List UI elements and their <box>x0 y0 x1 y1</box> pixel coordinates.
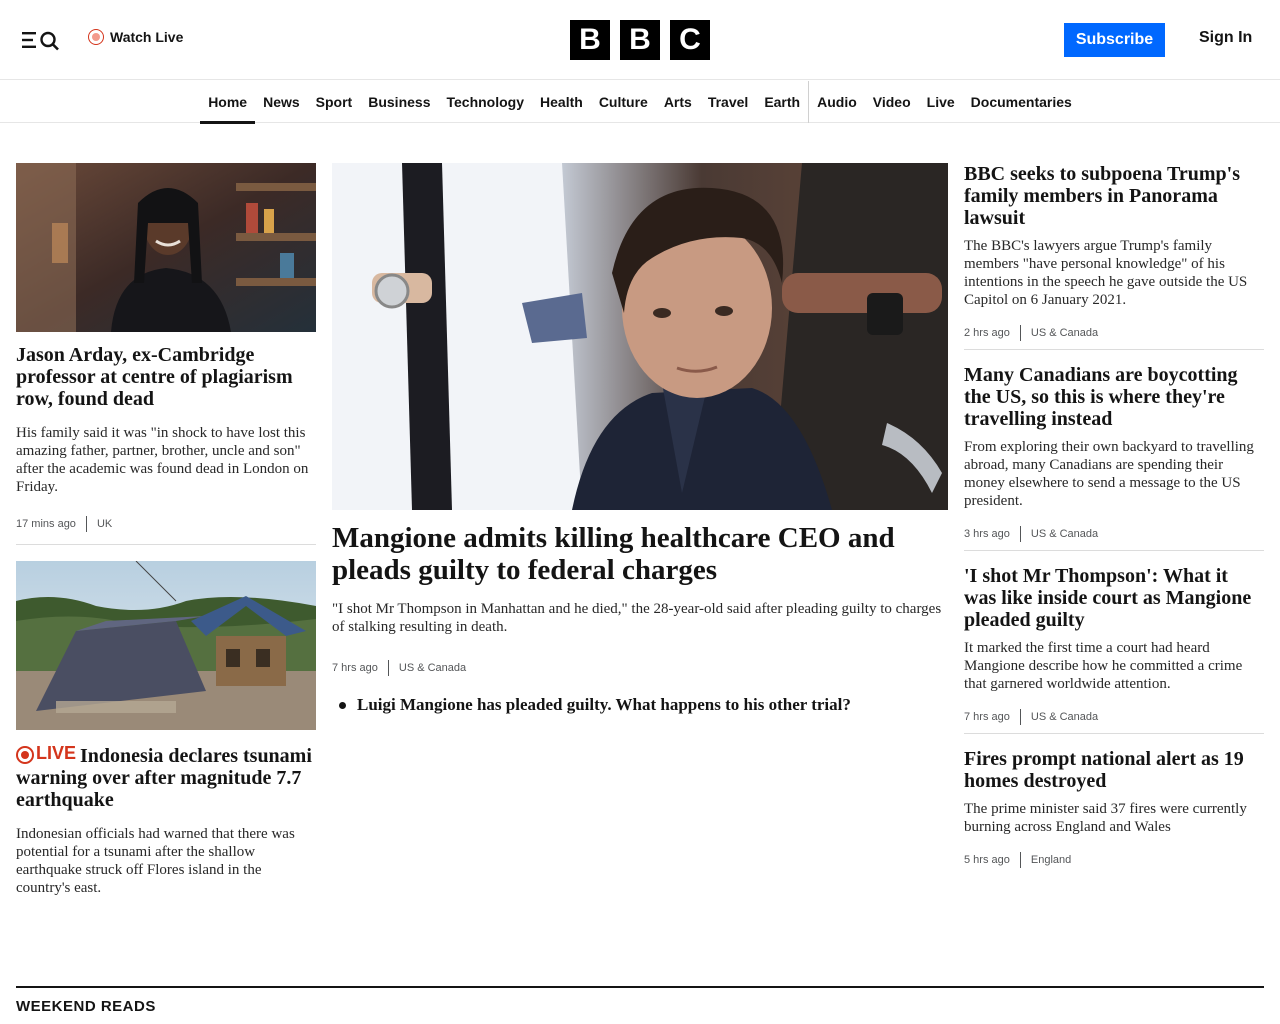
live-label: LIVE <box>36 743 77 763</box>
right-column: BBC seeks to subpoena Trump's family mem… <box>964 163 1264 868</box>
bullet-icon <box>339 702 346 709</box>
story-card: Jason Arday, ex-Cambridge professor at c… <box>16 163 316 532</box>
story-headline[interactable]: LIVE Indonesia declares tsunami warning o… <box>16 742 316 811</box>
story-category[interactable]: England <box>1031 854 1071 866</box>
story-headline[interactable]: Fires prompt national alert as 19 homes … <box>964 748 1264 792</box>
story-category[interactable]: US & Canada <box>399 662 466 674</box>
lead-story-headline[interactable]: Mangione admits killing healthcare CEO a… <box>332 522 948 586</box>
weekend-reads-section: WEEKEND READS <box>16 986 1264 1015</box>
story-timestamp: 17 mins ago <box>16 518 76 530</box>
story-image-portrait[interactable] <box>16 163 316 332</box>
story-headline[interactable]: Many Canadians are boycotting the US, so… <box>964 364 1264 430</box>
sign-in-link[interactable]: Sign In <box>1199 29 1252 47</box>
story-meta: 17 mins ago UK <box>16 516 316 532</box>
story-meta: 5 hrs ago England <box>964 852 1264 868</box>
story-summary: The BBC's lawyers argue Trump's family m… <box>964 238 1248 308</box>
nav-item-documentaries[interactable]: Documentaries <box>963 81 1080 123</box>
meta-divider <box>387 660 389 676</box>
meta-divider <box>1019 325 1021 341</box>
earthquake-photo-icon <box>16 561 316 730</box>
meta-divider <box>1019 709 1021 725</box>
story-category[interactable]: US & Canada <box>1031 327 1098 339</box>
nav-item-home[interactable]: Home <box>200 81 256 124</box>
nav-item-technology[interactable]: Technology <box>438 81 532 123</box>
story-timestamp: 5 hrs ago <box>964 854 1010 866</box>
story-meta: 3 hrs ago US & Canada <box>964 526 1264 542</box>
subscribe-button[interactable]: Subscribe <box>1064 23 1165 57</box>
story-meta: 2 hrs ago US & Canada <box>964 325 1264 341</box>
nav-item-news[interactable]: News <box>255 81 308 123</box>
menu-search-button[interactable] <box>20 28 62 52</box>
bbc-logo[interactable]: B B C <box>570 20 710 60</box>
story-meta: 7 hrs ago US & Canada <box>964 709 1264 725</box>
story-card: Fires prompt national alert as 19 homes … <box>964 748 1264 868</box>
court-photo-icon <box>332 163 948 510</box>
divider <box>16 544 316 545</box>
nav-item-arts[interactable]: Arts <box>656 81 700 123</box>
story-category[interactable]: US & Canada <box>1031 528 1098 540</box>
story-card: 'I shot Mr Thompson': What it was like i… <box>964 565 1264 725</box>
story-summary: Indonesian officials had warned that the… <box>16 826 295 896</box>
meta-divider <box>85 516 87 532</box>
story-summary: His family said it was "in shock to have… <box>16 425 309 495</box>
nav-item-live[interactable]: Live <box>919 81 963 123</box>
divider <box>964 349 1264 350</box>
divider <box>964 550 1264 551</box>
nav-item-video[interactable]: Video <box>865 81 919 123</box>
story-timestamp: 7 hrs ago <box>964 711 1010 723</box>
nav-item-earth[interactable]: Earth <box>756 81 808 123</box>
section-title: WEEKEND READS <box>16 998 156 1015</box>
divider <box>964 733 1264 734</box>
live-ring-icon <box>16 746 34 764</box>
main-nav: Home News Sport Business Technology Heal… <box>0 81 1280 124</box>
menu-search-icon <box>22 31 59 51</box>
story-headline[interactable]: BBC seeks to subpoena Trump's family mem… <box>964 163 1264 229</box>
center-column: Mangione admits killing healthcare CEO a… <box>332 163 948 716</box>
story-headline[interactable]: Jason Arday, ex-Cambridge professor at c… <box>16 344 316 410</box>
story-image-earthquake[interactable] <box>16 561 316 730</box>
lead-story-summary: "I shot Mr Thompson in Manhattan and he … <box>332 601 942 635</box>
site-header: Watch Live B B C Subscribe Sign In <box>0 0 1280 80</box>
logo-letter: B <box>620 20 660 60</box>
live-dot-icon <box>88 29 104 45</box>
nav-item-business[interactable]: Business <box>360 81 438 123</box>
nav-item-culture[interactable]: Culture <box>591 81 656 123</box>
nav-item-health[interactable]: Health <box>532 81 591 123</box>
nav-item-audio[interactable]: Audio <box>808 81 865 123</box>
story-summary: The prime minister said 37 fires were cu… <box>964 801 1247 835</box>
logo-letter: B <box>570 20 610 60</box>
story-card: Many Canadians are boycotting the US, so… <box>964 364 1264 542</box>
story-summary: From exploring their own backyard to tra… <box>964 439 1254 509</box>
story-summary: It marked the first time a court had hea… <box>964 640 1243 692</box>
story-headline[interactable]: 'I shot Mr Thompson': What it was like i… <box>964 565 1264 631</box>
lead-story-image[interactable] <box>332 163 948 510</box>
meta-divider <box>1019 526 1021 542</box>
story-meta: 7 hrs ago US & Canada <box>332 660 948 676</box>
story-timestamp: 2 hrs ago <box>964 327 1010 339</box>
story-card: LIVE Indonesia declares tsunami warning o… <box>16 561 316 897</box>
related-story: Luigi Mangione has pleaded guilty. What … <box>332 694 948 716</box>
watch-live-link[interactable]: Watch Live <box>88 29 183 45</box>
live-badge: LIVE <box>16 742 76 764</box>
story-timestamp: 7 hrs ago <box>332 662 378 674</box>
story-category[interactable]: US & Canada <box>1031 711 1098 723</box>
logo-letter: C <box>670 20 710 60</box>
meta-divider <box>1019 852 1021 868</box>
related-story-link[interactable]: Luigi Mangione has pleaded guilty. What … <box>357 694 851 716</box>
story-category[interactable]: UK <box>97 518 112 530</box>
nav-item-sport[interactable]: Sport <box>308 81 361 123</box>
portrait-photo-icon <box>16 163 316 332</box>
watch-live-label: Watch Live <box>110 29 184 45</box>
nav-item-travel[interactable]: Travel <box>700 81 756 123</box>
left-column: Jason Arday, ex-Cambridge professor at c… <box>16 163 316 897</box>
story-timestamp: 3 hrs ago <box>964 528 1010 540</box>
story-card: BBC seeks to subpoena Trump's family mem… <box>964 163 1264 341</box>
